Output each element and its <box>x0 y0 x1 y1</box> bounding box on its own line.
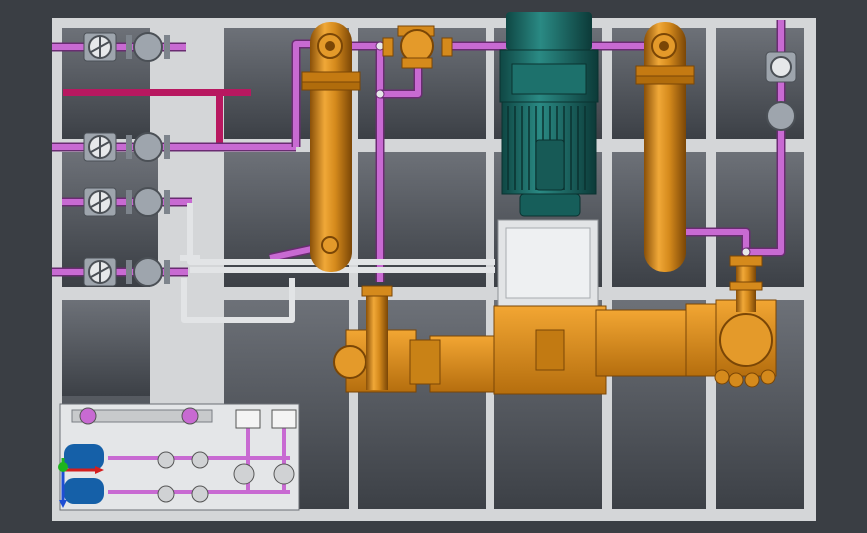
valve-flange <box>126 190 132 214</box>
right-vessel[interactable] <box>635 22 695 272</box>
coupling-housing <box>497 219 599 307</box>
valve-flange <box>164 135 170 159</box>
check-valve <box>133 187 163 217</box>
valve-flange <box>164 260 170 284</box>
pump-skid-model <box>0 0 867 533</box>
motor-terminal-box <box>511 63 587 95</box>
valve-flange <box>164 190 170 214</box>
left-vessel[interactable] <box>301 22 361 272</box>
pipe-fitting <box>741 247 751 257</box>
electric-motor[interactable] <box>499 12 599 217</box>
valve-flange <box>126 260 132 284</box>
inset-preview <box>59 403 300 511</box>
check-valve <box>133 32 163 62</box>
frame-panel <box>62 300 150 396</box>
check-valve <box>133 132 163 162</box>
valve-flange <box>164 35 170 59</box>
pipe-fitting <box>375 89 385 99</box>
valve-flange <box>126 135 132 159</box>
cad-viewport[interactable] <box>0 0 867 533</box>
check-valve <box>133 257 163 287</box>
valve-flange <box>126 35 132 59</box>
frame-panel <box>716 152 804 287</box>
